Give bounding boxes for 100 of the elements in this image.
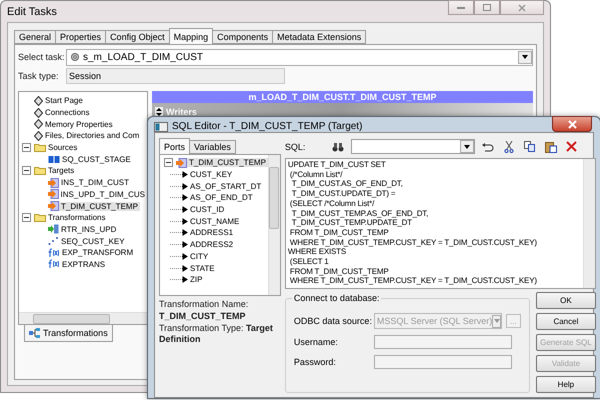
sql-editor-field[interactable]	[284, 158, 596, 289]
section-title: Writers	[166, 106, 197, 116]
minimize-icon	[457, 6, 465, 9]
transformation-type: Transformation Type: Target Definition	[159, 323, 274, 345]
page-icon	[34, 96, 43, 106]
task-dropdown[interactable]: s_m_LOAD_T_DIM_CUST	[66, 48, 533, 66]
tab[interactable]: Transformations	[24, 325, 113, 342]
tree-item[interactable]: Connections	[43, 108, 92, 118]
collapse-icon[interactable]	[164, 158, 173, 168]
tree-item[interactable]: T_DIM_CUST_TEMP	[59, 202, 140, 211]
tab[interactable]: Ports	[159, 138, 190, 154]
field-label: Select task:	[18, 52, 66, 62]
folder-icon	[34, 213, 46, 222]
arrow-icon	[170, 252, 188, 260]
tree-item[interactable]: SQ_CUST_STAGE	[60, 154, 133, 164]
vertical-scrollbar[interactable]	[582, 159, 595, 288]
function-icon	[48, 259, 60, 270]
toggle-icon[interactable]	[155, 106, 163, 116]
sql-line: T_DIM_CUST.AS_OF_END_DT,	[290, 179, 404, 190]
sql-line: WHERE EXISTS	[288, 247, 347, 258]
collapse-icon[interactable]	[22, 166, 31, 176]
tree-item[interactable]: Start Page	[43, 96, 85, 106]
tree-item[interactable]: INS_T_DIM_CUST	[59, 178, 132, 188]
dropdown-arrow-button[interactable]	[518, 50, 532, 64]
port-item[interactable]: AS_OF_END_DT	[188, 193, 255, 202]
close-button[interactable]	[552, 116, 592, 132]
tree-item[interactable]: INS_UPD_T_DIM_CUS	[58, 190, 147, 199]
copy-button[interactable]	[522, 138, 538, 154]
arrow-icon	[170, 206, 188, 214]
target-icon	[48, 201, 59, 212]
scissors-icon	[504, 140, 514, 152]
arrow-icon	[170, 241, 188, 248]
folder-icon	[34, 166, 46, 176]
sequence-icon	[48, 236, 59, 246]
folder-icon	[34, 143, 46, 152]
tab[interactable]: Mapping	[168, 28, 214, 44]
search-field[interactable]	[350, 139, 475, 154]
close-icon	[568, 120, 576, 128]
copy-icon	[524, 141, 536, 152]
undo-icon	[482, 142, 494, 152]
dialog-button[interactable]: OK	[536, 292, 596, 309]
port-item[interactable]: STATE	[188, 264, 217, 273]
page-icon	[34, 130, 43, 141]
paste-icon	[544, 140, 557, 152]
port-item[interactable]: CITY	[188, 252, 210, 261]
arrow-icon	[170, 276, 188, 284]
tree-item[interactable]: EXPTRANS	[60, 260, 108, 269]
delete-icon	[566, 141, 578, 152]
tree-item[interactable]: Targets	[46, 166, 76, 176]
dialog-button[interactable]: Cancel	[536, 313, 596, 330]
target-icon	[48, 178, 59, 188]
port-item[interactable]: ADDRESS1	[188, 228, 236, 238]
sql-line: (SELECT /*Column List*/	[288, 198, 376, 209]
port-item[interactable]: CUST_NAME	[188, 216, 242, 226]
port-item[interactable]: CUST_ID	[188, 205, 226, 214]
arrow-icon	[170, 218, 188, 225]
password-field[interactable]	[374, 355, 512, 369]
port-item[interactable]: AS_OF_START_DT	[188, 182, 264, 191]
sql-line: UPDATE T_DIM_CUST SET	[288, 160, 387, 170]
tree-item[interactable]: Memory Properties	[43, 120, 115, 129]
tab[interactable]: General	[14, 30, 56, 44]
vertical-scrollbar[interactable]	[268, 155, 280, 295]
caret-icon	[494, 319, 500, 323]
gear-icon	[70, 52, 80, 62]
group-title: Connect to database:	[292, 293, 382, 303]
collapse-icon[interactable]	[22, 143, 31, 152]
page-icon	[34, 119, 43, 130]
tree-item[interactable]: EXP_TRANSFORM	[60, 248, 136, 258]
arrow-icon	[170, 171, 188, 178]
maximize-button[interactable]	[474, 0, 500, 15]
horizontal-scrollbar[interactable]	[19, 312, 147, 324]
close-icon	[518, 4, 526, 12]
field-label: Password:	[294, 357, 337, 367]
tab[interactable]: Config Object	[105, 30, 170, 44]
caret-icon	[464, 144, 470, 148]
binoculars-icon	[332, 142, 344, 152]
tab[interactable]: Components	[212, 30, 274, 44]
router-icon	[48, 224, 59, 234]
tree-item[interactable]: RTR_INS_UPD	[59, 224, 118, 234]
minimize-button[interactable]	[448, 0, 474, 15]
port-item[interactable]: ZIP	[188, 275, 204, 284]
sql-line: WHERE T_DIM_CUST_TEMP.CUST_KEY = T_DIM_CUST.CUST_KEY)	[288, 276, 538, 286]
tree-item[interactable]: Transformations	[46, 213, 108, 222]
port-item[interactable]: ADDRESS2	[188, 240, 236, 250]
tree-item[interactable]: Files, Directories and Com	[43, 131, 142, 140]
tree-item[interactable]: Sources	[46, 143, 80, 152]
username-field[interactable]	[374, 335, 512, 349]
maximize-icon	[483, 4, 491, 11]
tab[interactable]: Metadata Extensions	[272, 30, 366, 44]
port-item[interactable]: CUST_KEY	[188, 170, 234, 180]
dropdown-arrow-button[interactable]	[460, 140, 474, 153]
dialog-button[interactable]: Help	[536, 376, 596, 393]
collapse-icon[interactable]	[22, 213, 31, 222]
tree-item[interactable]: SEQ_CUST_KEY	[59, 236, 127, 246]
tree-item[interactable]: T_DIM_CUST_TEMP	[187, 158, 268, 168]
sql-line: T_DIM_CUST_TEMP.UPDATE_DT	[290, 218, 413, 228]
target-icon	[48, 189, 59, 200]
tab[interactable]: Properties	[55, 30, 106, 44]
diagram-icon	[29, 328, 41, 338]
tab[interactable]: Variables	[189, 140, 236, 154]
